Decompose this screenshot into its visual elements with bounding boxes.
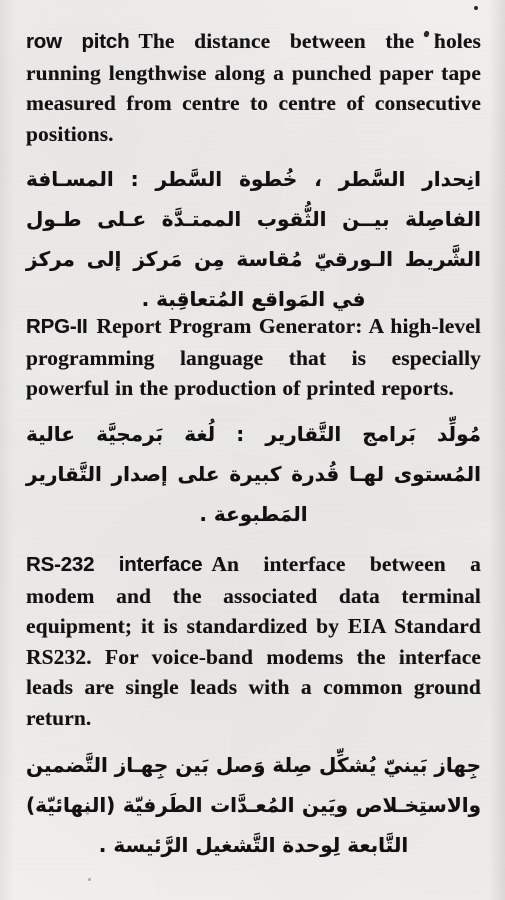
arabic-translation-rs232: جِهاز بَينيّ يُشكِّل صِلة وَصل بَين جِهـ… [26,753,481,857]
english-definition-block: RS-232 interface An interface between a m… [26,549,481,733]
english-definition-text: Report Program Generator: A high-level p… [26,314,481,400]
dictionary-entry-rs232: RS-232 interface An interface between a m… [26,549,481,865]
arabic-translation-row-pitch: انِحدار السَّطر ، خُطوة السَّطر : المسـا… [26,167,481,311]
dictionary-entry-rpg2: RPG-II Report Program Generator: A high-l… [26,311,481,534]
english-definition-block: row pitch The distance between the holes … [26,26,481,149]
english-definition-block: RPG-II Report Program Generator: A high-l… [26,311,481,404]
arabic-translation-rpg2: مُولِّد بَرامج التَّقارير : لُغة بَرمجيَ… [26,421,481,526]
english-definition-text: An interface between a modem and the ass… [26,552,481,730]
headword-row-pitch: row pitch [26,30,130,53]
headword-rpg2: RPG-II [26,315,88,338]
dictionary-entry-row-pitch: row pitch The distance between the holes … [26,26,481,319]
scanned-page: row pitch The distance between the holes … [0,0,505,900]
headword-rs232: RS-232 interface [26,553,203,576]
